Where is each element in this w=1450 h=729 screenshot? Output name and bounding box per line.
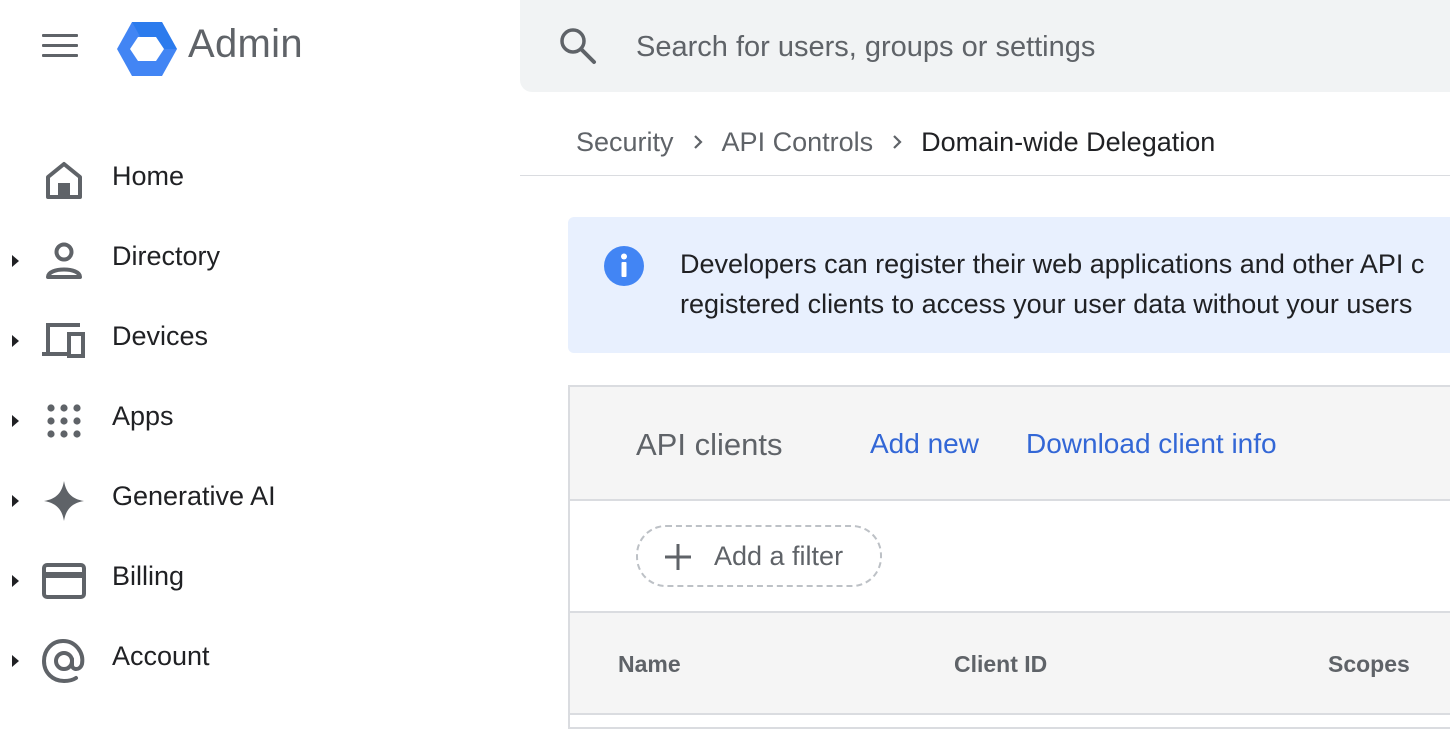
- person-icon: [40, 237, 88, 285]
- sidebar-item-apps[interactable]: Apps: [0, 381, 500, 461]
- add-new-link[interactable]: Add new: [870, 428, 979, 460]
- sidebar-item-label: Account: [112, 641, 210, 671]
- expand-arrow-icon[interactable]: [10, 653, 20, 669]
- plus-icon: [662, 541, 694, 573]
- info-banner: Developers can register their web applic…: [568, 217, 1450, 353]
- search-input[interactable]: [634, 22, 1438, 72]
- table-header: Name Client ID Scopes: [570, 611, 1450, 715]
- breadcrumb: Security API Controls Domain-wide Delega…: [576, 122, 1215, 162]
- sidebar-item-label: Apps: [112, 401, 174, 431]
- info-icon: [603, 245, 645, 287]
- sparkle-icon: [40, 477, 88, 525]
- sidebar-item-account[interactable]: Account: [0, 621, 500, 701]
- sidebar-item-label: Directory: [112, 241, 221, 271]
- chevron-right-icon: [674, 128, 722, 156]
- expand-arrow-icon[interactable]: [10, 253, 20, 269]
- sidebar-item-label: Devices: [112, 321, 209, 351]
- panel-title: API clients: [636, 427, 783, 462]
- sidebar-item-directory[interactable]: Directory: [0, 221, 500, 301]
- column-header-name[interactable]: Name: [618, 651, 681, 678]
- breadcrumb-api-controls[interactable]: API Controls: [722, 127, 874, 158]
- search-icon[interactable]: [556, 24, 600, 68]
- chevron-right-icon: [873, 128, 921, 156]
- apps-grid-icon: [40, 397, 88, 445]
- filter-label: Add a filter: [714, 541, 844, 571]
- main-menu-button[interactable]: [38, 28, 82, 64]
- app-name: Admin: [188, 22, 303, 66]
- add-filter-button[interactable]: Add a filter: [636, 525, 882, 587]
- sidebar-item-home[interactable]: Home: [0, 141, 500, 221]
- admin-logo-icon[interactable]: [116, 20, 178, 78]
- search-bar[interactable]: [520, 0, 1450, 92]
- panel-header: API clients Add new Download client info: [570, 387, 1450, 501]
- breadcrumb-security[interactable]: Security: [576, 127, 674, 158]
- home-icon: [40, 157, 88, 205]
- breadcrumb-divider: [520, 175, 1450, 176]
- banner-text-line2: registered clients to access your user d…: [680, 289, 1413, 319]
- expand-arrow-icon[interactable]: [10, 493, 20, 509]
- at-sign-icon: [40, 637, 88, 685]
- api-clients-panel: API clients Add new Download client info…: [568, 385, 1450, 729]
- hamburger-menu-icon: [42, 34, 78, 37]
- download-client-info-link[interactable]: Download client info: [1026, 428, 1277, 460]
- sidebar-item-label: Generative AI: [112, 481, 276, 511]
- sidebar-item-generative-ai[interactable]: Generative AI: [0, 461, 500, 541]
- sidebar-item-billing[interactable]: Billing: [0, 541, 500, 621]
- column-header-scopes[interactable]: Scopes: [1328, 651, 1410, 678]
- sidebar-item-label: Home: [112, 161, 185, 191]
- expand-arrow-icon[interactable]: [10, 573, 20, 589]
- expand-arrow-icon[interactable]: [10, 333, 20, 349]
- breadcrumb-current: Domain-wide Delegation: [921, 126, 1216, 157]
- expand-arrow-icon[interactable]: [10, 413, 20, 429]
- sidebar-item-devices[interactable]: Devices: [0, 301, 500, 381]
- sidebar-item-label: Billing: [112, 561, 185, 591]
- credit-card-icon: [40, 557, 88, 605]
- column-header-client-id[interactable]: Client ID: [954, 651, 1047, 678]
- devices-icon: [40, 317, 88, 365]
- banner-text-line1: Developers can register their web applic…: [680, 249, 1425, 279]
